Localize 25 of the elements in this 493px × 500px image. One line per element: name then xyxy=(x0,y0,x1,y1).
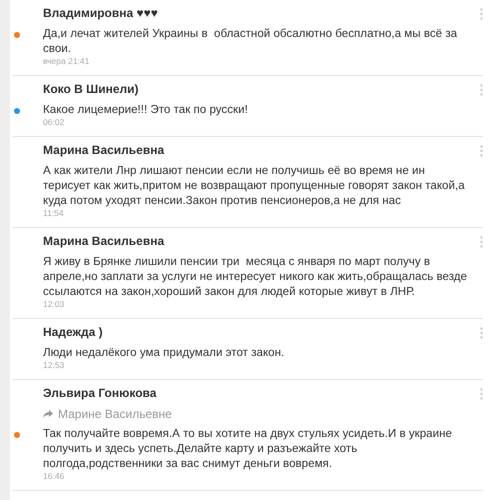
comment-text: Я живу в Брянке лишили пенсии три месяца с января по март получу в апреле,но заплати за услуги не интересует никого как жить,обращалась везде ссылаются на закон,хороший закон для людей которые живут в ЛНР. xyxy=(43,254,468,299)
author-name[interactable]: Владимировна ♥♥♥ xyxy=(43,5,471,22)
more-options-icon[interactable] xyxy=(480,84,483,96)
timestamp: 11:54 xyxy=(43,208,65,219)
more-options-icon[interactable] xyxy=(480,8,483,20)
timestamp: 06:02 xyxy=(43,117,66,128)
more-options-icon[interactable] xyxy=(480,388,483,400)
author-name[interactable]: Марина Васильевна xyxy=(43,142,471,159)
timestamp: 12:53 xyxy=(43,360,66,371)
comment-text: Да,и лечат жителей Украины в областной обсалютно бесплатно,а мы всё за свои. xyxy=(43,26,458,56)
reply-arrow-icon xyxy=(43,410,53,418)
author-name[interactable]: Коко В Шинели) xyxy=(43,81,471,98)
more-options-icon[interactable] xyxy=(480,327,483,339)
more-options-icon[interactable] xyxy=(480,236,483,248)
author-name[interactable]: Эльвира Гонюкова xyxy=(43,385,471,402)
timestamp: 16:46 xyxy=(43,471,66,482)
author-name[interactable]: Надежда ) xyxy=(43,324,471,341)
comment-text: А как жители Лнр лишают пенсии если не получишь её во время не ин терисует как жить,притом не возвращают пропущенные говорят закон такой,а куда потом уходят пенсии.Закон против пенсионеров,а не для нас xyxy=(43,163,466,208)
timestamp: вчера 21:41 xyxy=(43,56,90,67)
more-options-icon[interactable] xyxy=(480,145,483,157)
comment-text: Люди недалёкого ума придумали этот закон. xyxy=(43,345,286,360)
comment-text: Какое лицемерие!!! Это так по русски! xyxy=(43,102,249,117)
comment-text: Так получайте вовремя.А то вы хотите на двух стульях усидеть.И в украине получить и здесь успеть.Делайте карту и разъежайте хоть полгода,родственники за вас снимут деньги вовремя. xyxy=(43,426,453,471)
author-name[interactable]: Марина Васильевна xyxy=(43,233,471,250)
timestamp: 12:03 xyxy=(43,299,66,310)
